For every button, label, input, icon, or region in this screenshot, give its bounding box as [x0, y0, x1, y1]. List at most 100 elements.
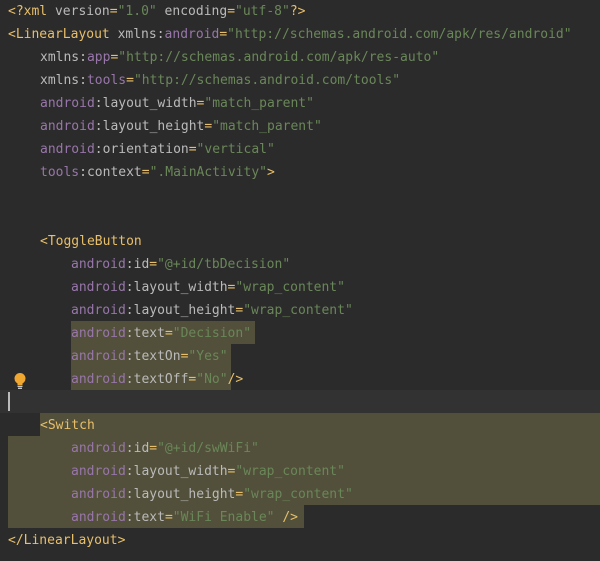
- code-token: Switch: [47, 418, 95, 433]
- code-token: LinearLayout: [23, 533, 118, 548]
- code-token: :textOff: [125, 372, 189, 387]
- code-token: xmlns:: [40, 50, 87, 65]
- code-token: :layout_height: [125, 303, 236, 318]
- code-token: ".MainActivity": [149, 165, 267, 180]
- code-editor[interactable]: <?xml version="1.0" encoding="utf-8"?> <…: [0, 0, 600, 561]
- code-token: LinearLayout: [15, 27, 118, 42]
- code-line: <?xml version="1.0" encoding="utf-8"?>: [0, 0, 600, 23]
- code-token: ToggleButton: [47, 234, 142, 249]
- code-line: xmlns:app="http://schemas.android.com/ap…: [0, 46, 600, 69]
- code-token: :text: [125, 326, 165, 341]
- code-token: =: [149, 441, 158, 456]
- code-token: android: [71, 257, 126, 272]
- code-token: :orientation: [94, 142, 189, 157]
- code-token: android: [71, 464, 126, 479]
- code-line: android:text="WiFi Enable" />: [0, 506, 600, 529]
- code-token: >: [117, 533, 126, 548]
- code-token: android: [71, 349, 126, 364]
- code-line: android:textOff="No"/>: [0, 368, 600, 391]
- code-token: xmlns:: [117, 27, 165, 42]
- code-token: "Yes": [188, 349, 228, 364]
- code-token: android: [71, 510, 126, 525]
- code-token: android: [40, 142, 95, 157]
- code-token: "utf-8": [235, 4, 290, 19]
- code-line: android:id="@+id/tbDecision": [0, 253, 600, 276]
- code-token: :id: [125, 257, 150, 272]
- code-token: "WiFi Enable": [172, 510, 275, 525]
- code-line: android:text="Decision": [0, 322, 600, 345]
- code-line: android:id="@+id/swWiFi": [0, 437, 600, 460]
- code-token: "wrap_content": [243, 303, 353, 318]
- code-token: </: [8, 533, 24, 548]
- code-token: "wrap_content": [243, 487, 353, 502]
- code-line: android:textOn="Yes": [0, 345, 600, 368]
- code-token: >: [267, 165, 275, 180]
- text-caret: [8, 392, 10, 411]
- code-token: xml: [23, 4, 55, 19]
- code-token: =: [219, 27, 228, 42]
- code-line: tools:context=".MainActivity">: [0, 161, 600, 184]
- code-line: android:orientation="vertical": [0, 138, 600, 161]
- code-token: android: [71, 487, 126, 502]
- code-token: android: [40, 119, 95, 134]
- code-token: android: [71, 441, 126, 456]
- code-line: android:layout_height="wrap_content": [0, 483, 600, 506]
- code-token: :text: [125, 510, 165, 525]
- code-token: :layout_width: [125, 464, 228, 479]
- code-token: ?>: [289, 4, 306, 19]
- code-token: android: [71, 303, 126, 318]
- code-line: xmlns:tools="http://schemas.android.com/…: [0, 69, 600, 92]
- code-token: android: [71, 372, 126, 387]
- code-line: <Switch: [0, 414, 600, 437]
- code-token: tools: [86, 73, 127, 88]
- caret-line: [0, 390, 600, 413]
- code-token: android: [71, 280, 126, 295]
- code-token: "http://schemas.android.com/tools": [133, 73, 401, 88]
- code-token: <?: [8, 4, 24, 19]
- code-token: <: [40, 234, 48, 249]
- code-token: android: [164, 27, 220, 42]
- code-token: :layout_height: [125, 487, 236, 502]
- code-token: tools: [40, 165, 80, 180]
- code-token: />: [274, 510, 298, 525]
- code-token: :layout_width: [125, 280, 228, 295]
- code-token: "1.0": [117, 4, 157, 19]
- code-token: =: [109, 4, 118, 19]
- code-token: "vertical": [196, 142, 275, 157]
- code-token: "http://schemas.android.com/apk/res/andr…: [227, 27, 572, 42]
- code-token: :id: [125, 441, 150, 456]
- code-token: =: [227, 4, 236, 19]
- code-token: :textOn: [125, 349, 181, 364]
- code-token: />: [227, 372, 244, 387]
- code-token: =: [149, 257, 158, 272]
- code-token: xmlns:: [40, 73, 87, 88]
- code-line: android:layout_width="wrap_content": [0, 460, 600, 483]
- code-line: android:layout_height="match_parent": [0, 115, 600, 138]
- code-line: android:layout_width="match_parent": [0, 92, 600, 115]
- code-token: "No": [196, 372, 228, 387]
- code-line: android:layout_height="wrap_content": [0, 299, 600, 322]
- code-token: "match_parent": [204, 96, 314, 111]
- code-line: <ToggleButton: [0, 230, 600, 253]
- lightbulb-icon[interactable]: [13, 372, 27, 390]
- code-line: android:layout_width="wrap_content": [0, 276, 600, 299]
- code-line: <LinearLayout xmlns:android="http://sche…: [0, 23, 600, 46]
- code-token: "match_parent": [212, 119, 322, 134]
- code-line: </LinearLayout>: [0, 529, 600, 552]
- code-token: "Decision": [172, 326, 252, 341]
- code-token: <: [40, 418, 48, 433]
- code-token: "http://schemas.android.com/apk/res-auto…: [118, 50, 440, 65]
- code-token: :layout_width: [94, 96, 197, 111]
- code-token: =: [141, 165, 150, 180]
- code-token: version: [54, 4, 110, 19]
- code-token: encoding: [156, 4, 228, 19]
- code-token: =: [188, 142, 197, 157]
- code-token: android: [40, 96, 95, 111]
- code-token: android: [71, 326, 126, 341]
- code-token: :layout_height: [94, 119, 205, 134]
- code-token: "wrap_content": [235, 280, 345, 295]
- code-token: <: [8, 27, 16, 42]
- code-token: "@+id/tbDecision": [157, 257, 291, 272]
- code-token: =: [126, 73, 134, 88]
- code-token: :context: [79, 165, 142, 180]
